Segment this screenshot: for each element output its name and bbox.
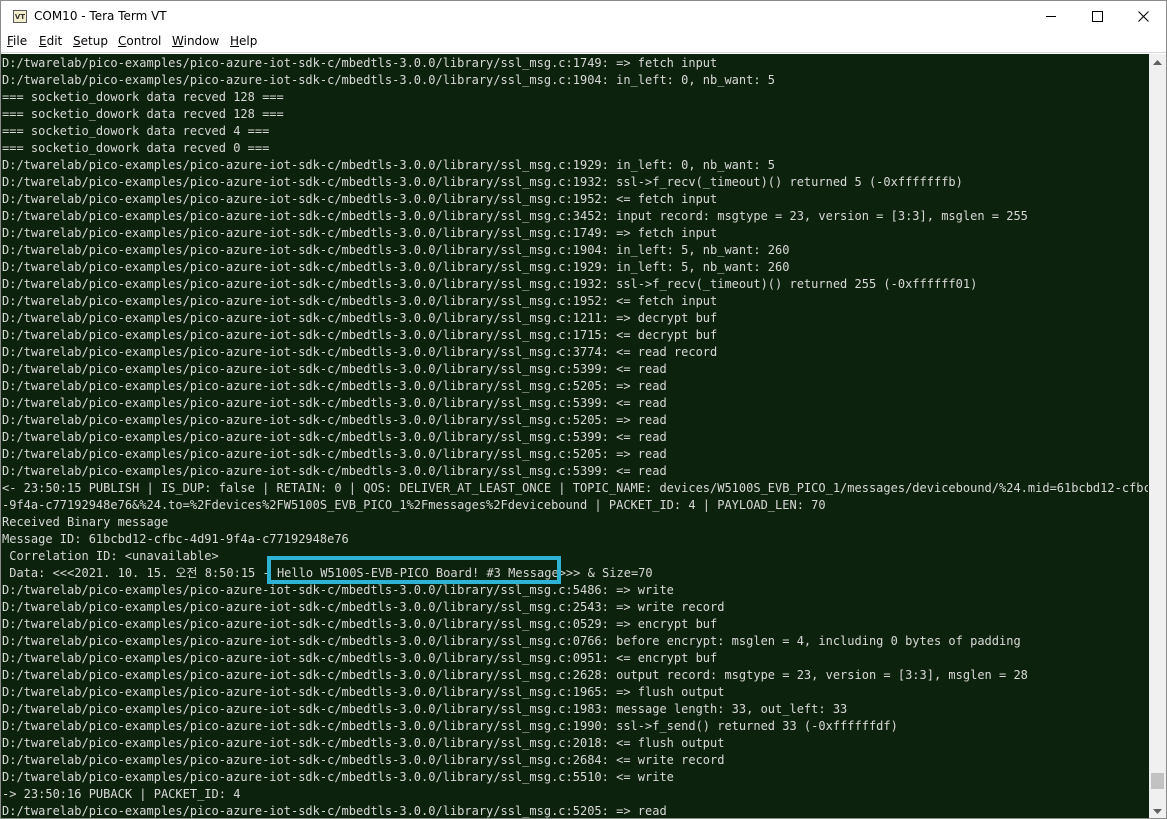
menu-control-label: ontrol bbox=[126, 34, 162, 48]
terminal-line: D:/twarelab/pico-examples/pico-azure-iot… bbox=[2, 413, 667, 427]
menu-edit-label: dit bbox=[46, 34, 63, 48]
terminal-line: D:/twarelab/pico-examples/pico-azure-iot… bbox=[2, 736, 725, 750]
terminal-line: D:/twarelab/pico-examples/pico-azure-iot… bbox=[2, 600, 725, 614]
menu-control[interactable]: Control bbox=[118, 34, 161, 48]
menu-divider bbox=[1, 52, 1166, 53]
terminal-line: Correlation ID: <unavailable> bbox=[2, 549, 219, 563]
terminal-line: D:/twarelab/pico-examples/pico-azure-iot… bbox=[2, 192, 718, 206]
terminal-line: D:/twarelab/pico-examples/pico-azure-iot… bbox=[2, 719, 898, 733]
terminal-line: -> 23:50:16 PUBACK | PACKET_ID: 4 bbox=[2, 787, 241, 801]
menu-setup-label: etup bbox=[80, 34, 108, 48]
menu-setup[interactable]: Setup bbox=[73, 34, 108, 48]
scroll-up-button[interactable] bbox=[1149, 54, 1166, 71]
terminal-line: D:/twarelab/pico-examples/pico-azure-iot… bbox=[2, 430, 667, 444]
scroll-down-button[interactable] bbox=[1149, 803, 1166, 818]
terminal-line: D:/twarelab/pico-examples/pico-azure-iot… bbox=[2, 277, 978, 291]
close-button[interactable] bbox=[1120, 1, 1166, 32]
terminal-line: === socketio_dowork data recved 0 === bbox=[2, 141, 270, 155]
terminal-line: D:/twarelab/pico-examples/pico-azure-iot… bbox=[2, 294, 718, 308]
terminal-line: D:/twarelab/pico-examples/pico-azure-iot… bbox=[2, 311, 718, 325]
terminal-area[interactable]: D:/twarelab/pico-examples/pico-azure-iot… bbox=[1, 54, 1149, 818]
menu-window-accel: W bbox=[172, 34, 184, 48]
terminal-line: D:/twarelab/pico-examples/pico-azure-iot… bbox=[2, 770, 674, 784]
terminal-line: Message ID: 61bcbd12-cfbc-4d91-9f4a-c771… bbox=[2, 532, 349, 546]
terminal-line: === socketio_dowork data recved 128 === bbox=[2, 90, 284, 104]
scroll-down-arrow-icon bbox=[1153, 808, 1162, 814]
terminal-line: D:/twarelab/pico-examples/pico-azure-iot… bbox=[2, 617, 718, 631]
terminal-line: D:/twarelab/pico-examples/pico-azure-iot… bbox=[2, 447, 667, 461]
menu-help-label: elp bbox=[239, 34, 258, 48]
terminal-line: D:/twarelab/pico-examples/pico-azure-iot… bbox=[2, 73, 776, 87]
terminal-line: Received Binary message bbox=[2, 515, 169, 529]
menu-file[interactable]: File bbox=[7, 34, 27, 48]
menu-edit[interactable]: Edit bbox=[39, 34, 62, 48]
menu-help[interactable]: Help bbox=[230, 34, 257, 48]
terminal-line: D:/twarelab/pico-examples/pico-azure-iot… bbox=[2, 753, 725, 767]
terminal-line: D:/twarelab/pico-examples/pico-azure-iot… bbox=[2, 362, 667, 376]
terminal-line: <- 23:50:15 PUBLISH | IS_DUP: false | RE… bbox=[2, 481, 1148, 495]
terminal-line: D:/twarelab/pico-examples/pico-azure-iot… bbox=[2, 226, 718, 240]
terminal-line: D:/twarelab/pico-examples/pico-azure-iot… bbox=[2, 328, 718, 342]
maximize-button[interactable] bbox=[1074, 1, 1120, 32]
terminal-line: D:/twarelab/pico-examples/pico-azure-iot… bbox=[2, 396, 667, 410]
maximize-icon bbox=[1091, 11, 1103, 22]
terminal-line: === socketio_dowork data recved 4 === bbox=[2, 124, 270, 138]
terminal-line: D:/twarelab/pico-examples/pico-azure-iot… bbox=[2, 260, 790, 274]
terminal-line: D:/twarelab/pico-examples/pico-azure-iot… bbox=[2, 685, 725, 699]
menu-help-accel: H bbox=[230, 34, 240, 48]
terminal-line: D:/twarelab/pico-examples/pico-azure-iot… bbox=[2, 209, 1028, 223]
terminal-line: D:/twarelab/pico-examples/pico-azure-iot… bbox=[2, 158, 776, 172]
terminal-line: D:/twarelab/pico-examples/pico-azure-iot… bbox=[2, 175, 963, 189]
terminal-line: D:/twarelab/pico-examples/pico-azure-iot… bbox=[2, 702, 848, 716]
vertical-scrollbar[interactable] bbox=[1149, 54, 1166, 818]
minimize-button[interactable] bbox=[1028, 1, 1074, 32]
minimize-icon bbox=[1045, 16, 1056, 17]
title-bar[interactable]: VT COM10 - Tera Term VT bbox=[1, 1, 1166, 32]
highlight-box bbox=[267, 556, 561, 584]
tera-term-window: VT COM10 - Tera Term VT File Edit Setup … bbox=[0, 0, 1167, 819]
tera-term-app-icon[interactable]: VT bbox=[13, 10, 27, 23]
menu-window-label: indow bbox=[183, 34, 220, 48]
terminal-line: -9f4a-c77192948e76&%24.to=%2Fdevices%2FW… bbox=[2, 498, 826, 512]
menu-bar: File Edit Setup Control Window Help bbox=[1, 32, 1166, 52]
terminal-line: Data: <<<2021. 10. 15. 오전 8:50:15 - Hell… bbox=[2, 566, 653, 580]
close-icon bbox=[1137, 11, 1149, 22]
terminal-line: D:/twarelab/pico-examples/pico-azure-iot… bbox=[2, 583, 674, 597]
terminal-line: D:/twarelab/pico-examples/pico-azure-iot… bbox=[2, 56, 718, 70]
scrollbar-thumb[interactable] bbox=[1151, 773, 1164, 789]
terminal-line: D:/twarelab/pico-examples/pico-azure-iot… bbox=[2, 634, 1021, 648]
terminal-output: D:/twarelab/pico-examples/pico-azure-iot… bbox=[2, 55, 1148, 818]
menu-setup-accel: S bbox=[73, 34, 81, 48]
terminal-line: D:/twarelab/pico-examples/pico-azure-iot… bbox=[2, 379, 667, 393]
terminal-line: === socketio_dowork data recved 128 === bbox=[2, 107, 284, 121]
window-title: COM10 - Tera Term VT bbox=[34, 9, 167, 23]
menu-file-label: ile bbox=[13, 34, 28, 48]
terminal-line: D:/twarelab/pico-examples/pico-azure-iot… bbox=[2, 651, 718, 665]
terminal-line: D:/twarelab/pico-examples/pico-azure-iot… bbox=[2, 243, 790, 257]
menu-edit-accel: E bbox=[39, 34, 47, 48]
terminal-line: D:/twarelab/pico-examples/pico-azure-iot… bbox=[2, 804, 667, 818]
scroll-up-arrow-icon bbox=[1153, 59, 1162, 65]
terminal-line: D:/twarelab/pico-examples/pico-azure-iot… bbox=[2, 464, 667, 478]
terminal-line: D:/twarelab/pico-examples/pico-azure-iot… bbox=[2, 668, 1028, 682]
menu-window[interactable]: Window bbox=[172, 34, 219, 48]
terminal-line: D:/twarelab/pico-examples/pico-azure-iot… bbox=[2, 345, 718, 359]
